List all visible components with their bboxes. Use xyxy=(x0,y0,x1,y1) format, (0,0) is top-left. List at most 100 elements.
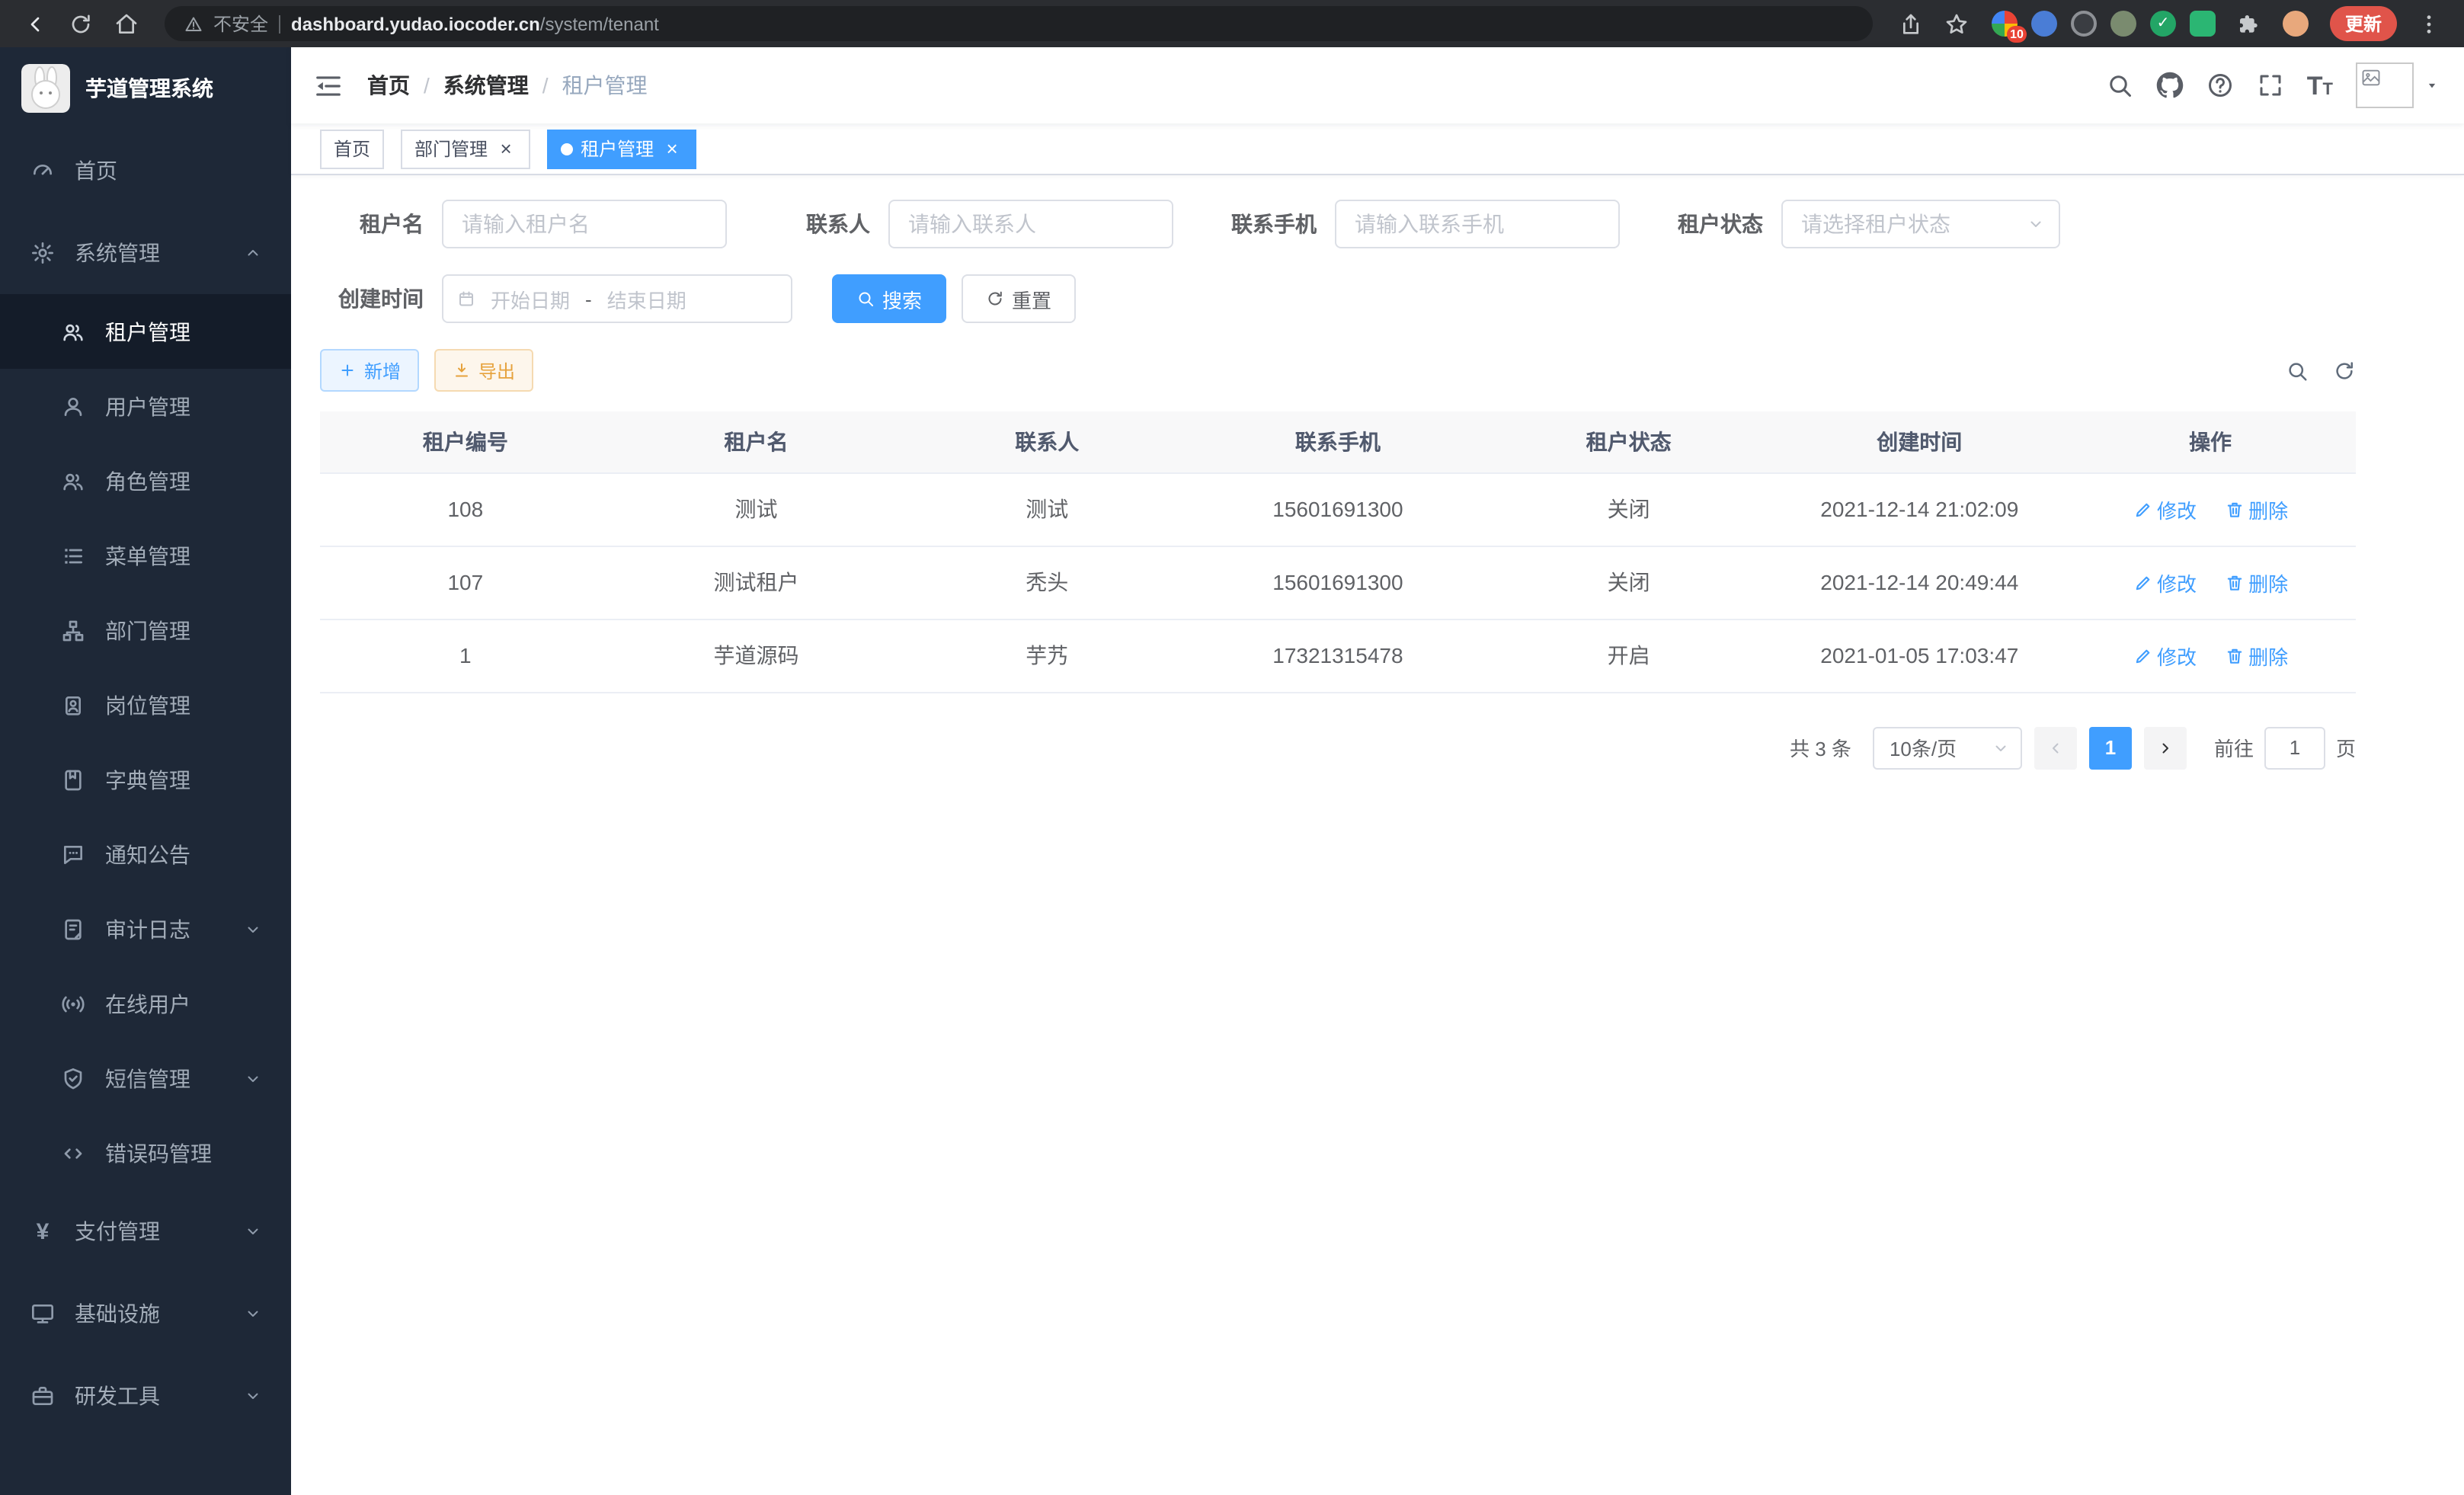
cell-create-time: 2021-12-14 20:49:44 xyxy=(1774,546,2065,619)
sidebar-item-sms[interactable]: 短信管理 xyxy=(0,1041,291,1116)
caret-down-icon xyxy=(2424,78,2440,93)
active-tab-dot xyxy=(561,142,573,155)
browser-update-button[interactable]: 更新 xyxy=(2330,6,2397,41)
tab-home[interactable]: 首页 xyxy=(320,129,384,168)
reset-button[interactable]: 重置 xyxy=(962,274,1076,323)
tenant-name-input[interactable] xyxy=(442,200,727,248)
page-number-1[interactable]: 1 xyxy=(2089,726,2132,769)
sidebar-item-online-users[interactable]: 在线用户 xyxy=(0,966,291,1041)
sidebar-item-home[interactable]: 首页 xyxy=(0,130,291,212)
sidebar-collapse-button[interactable] xyxy=(314,71,343,100)
bookmark-star-button[interactable] xyxy=(1937,5,1976,42)
download-icon xyxy=(453,361,471,379)
screen: 不安全 dashboard.yudao.iocoder.cn/system/te… xyxy=(0,0,2464,1495)
table-row: 108 测试 测试 15601691300 关闭 2021-12-14 21:0… xyxy=(320,472,2356,546)
sidebar-item-label: 通知公告 xyxy=(105,839,190,869)
status-select[interactable]: 请选择租户状态 xyxy=(1781,200,2060,248)
cell-status: 关闭 xyxy=(1483,546,1774,619)
extension-icon-blue[interactable] xyxy=(2031,11,2057,37)
close-icon[interactable]: × xyxy=(495,138,517,159)
sidebar-item-users[interactable]: 用户管理 xyxy=(0,369,291,443)
sidebar-item-label: 菜单管理 xyxy=(105,540,190,571)
contact-input[interactable] xyxy=(888,200,1173,248)
back-button[interactable] xyxy=(15,5,55,42)
sidebar-item-label: 角色管理 xyxy=(105,466,190,496)
edit-label: 修改 xyxy=(2157,568,2197,597)
user-avatar-menu[interactable] xyxy=(2356,62,2440,108)
search-button[interactable]: 搜索 xyxy=(832,274,946,323)
tab-tenant-active[interactable]: 租户管理 × xyxy=(547,129,696,168)
page-size-select[interactable]: 10条/页 xyxy=(1873,726,2022,769)
cell-contact: 芋艿 xyxy=(901,619,1192,692)
sidebar-item-audit-log[interactable]: 审计日志 xyxy=(0,892,291,966)
export-button[interactable]: 导出 xyxy=(434,349,533,392)
cell-status: 关闭 xyxy=(1483,472,1774,546)
sidebar-item-error-codes[interactable]: 错误码管理 xyxy=(0,1116,291,1190)
tenant-name-label: 租户名 xyxy=(320,209,424,239)
share-button[interactable] xyxy=(1891,5,1931,42)
delete-link[interactable]: 删除 xyxy=(2224,495,2288,523)
add-button[interactable]: 新增 xyxy=(320,349,419,392)
prev-page-button[interactable] xyxy=(2034,726,2077,769)
font-size-icon[interactable]: TT xyxy=(2307,72,2333,98)
status-label: 租户状态 xyxy=(1659,209,1763,239)
close-icon[interactable]: × xyxy=(661,138,683,159)
fullscreen-icon[interactable] xyxy=(2257,72,2284,99)
extension-icon-green-check[interactable]: ✓ xyxy=(2150,11,2176,37)
breadcrumb-home[interactable]: 首页 xyxy=(367,70,410,101)
sidebar-item-tenant[interactable]: 租户管理 xyxy=(0,294,291,369)
reload-button[interactable] xyxy=(61,5,101,42)
extension-icon-dark[interactable] xyxy=(2071,11,2097,37)
mobile-input[interactable] xyxy=(1335,200,1620,248)
address-bar[interactable]: 不安全 dashboard.yudao.iocoder.cn/system/te… xyxy=(165,6,1873,41)
help-icon[interactable] xyxy=(2206,72,2234,99)
sidebar-item-system[interactable]: 系统管理 xyxy=(0,212,291,294)
sidebar-item-menus[interactable]: 菜单管理 xyxy=(0,518,291,593)
sidebar-menu: 首页 系统管理 租户管理 用户管理 xyxy=(0,130,291,1437)
browser-profile-avatar[interactable] xyxy=(2283,11,2309,37)
browser-menu-button[interactable] xyxy=(2409,5,2449,42)
date-range-picker[interactable]: 开始日期 - 结束日期 xyxy=(442,274,792,323)
sidebar-item-posts[interactable]: 岗位管理 xyxy=(0,667,291,742)
goto-page-input[interactable] xyxy=(2264,726,2325,769)
sidebar-item-infrastructure[interactable]: 基础设施 xyxy=(0,1273,291,1355)
edit-link[interactable]: 修改 xyxy=(2133,641,2197,670)
next-page-button[interactable] xyxy=(2144,726,2187,769)
extension-icon-olive[interactable] xyxy=(2110,11,2136,37)
delete-link[interactable]: 删除 xyxy=(2224,568,2288,597)
sidebar-item-payment[interactable]: ¥ 支付管理 xyxy=(0,1190,291,1273)
cell-name: 测试 xyxy=(611,472,902,546)
sidebar-item-dev-tools[interactable]: 研发工具 xyxy=(0,1355,291,1437)
edit-link[interactable]: 修改 xyxy=(2133,495,2197,523)
home-button[interactable] xyxy=(107,5,146,42)
extension-icon-green-square[interactable] xyxy=(2190,11,2216,37)
chevron-down-icon xyxy=(244,1222,262,1240)
delete-link[interactable]: 删除 xyxy=(2224,641,2288,670)
page-size-value: 10条/页 xyxy=(1890,733,1957,762)
table-toolbar: 新增 导出 xyxy=(320,349,2356,392)
document-edit-icon xyxy=(61,917,85,941)
edit-link[interactable]: 修改 xyxy=(2133,568,2197,597)
header-search-icon[interactable] xyxy=(2106,72,2133,99)
app-logo[interactable]: 芋道管理系统 xyxy=(0,47,291,130)
sidebar: 芋道管理系统 首页 系统管理 租户管理 xyxy=(0,47,291,1495)
tab-departments[interactable]: 部门管理 × xyxy=(401,129,530,168)
font-size-large-glyph: T xyxy=(2307,72,2323,98)
breadcrumb: 首页 / 系统管理 / 租户管理 xyxy=(367,70,648,101)
toggle-search-icon[interactable] xyxy=(2286,359,2309,382)
refresh-table-icon[interactable] xyxy=(2333,359,2356,382)
sidebar-item-dictionary[interactable]: 字典管理 xyxy=(0,742,291,817)
dashboard-icon xyxy=(30,158,55,183)
sidebar-item-notices[interactable]: 通知公告 xyxy=(0,817,291,892)
col-actions: 操作 xyxy=(2065,411,2356,472)
trash-icon xyxy=(2224,645,2244,665)
breadcrumb-system[interactable]: 系统管理 xyxy=(443,70,529,101)
sidebar-item-label: 岗位管理 xyxy=(105,690,190,720)
pagination-total: 共 3 条 xyxy=(1790,733,1851,762)
sidebar-item-departments[interactable]: 部门管理 xyxy=(0,593,291,667)
sidebar-item-label: 在线用户 xyxy=(105,988,190,1019)
sidebar-item-roles[interactable]: 角色管理 xyxy=(0,443,291,518)
extension-icon-colorwheel[interactable]: 10 xyxy=(1992,11,2018,37)
extensions-puzzle-icon[interactable] xyxy=(2229,5,2269,42)
github-icon[interactable] xyxy=(2156,72,2184,99)
